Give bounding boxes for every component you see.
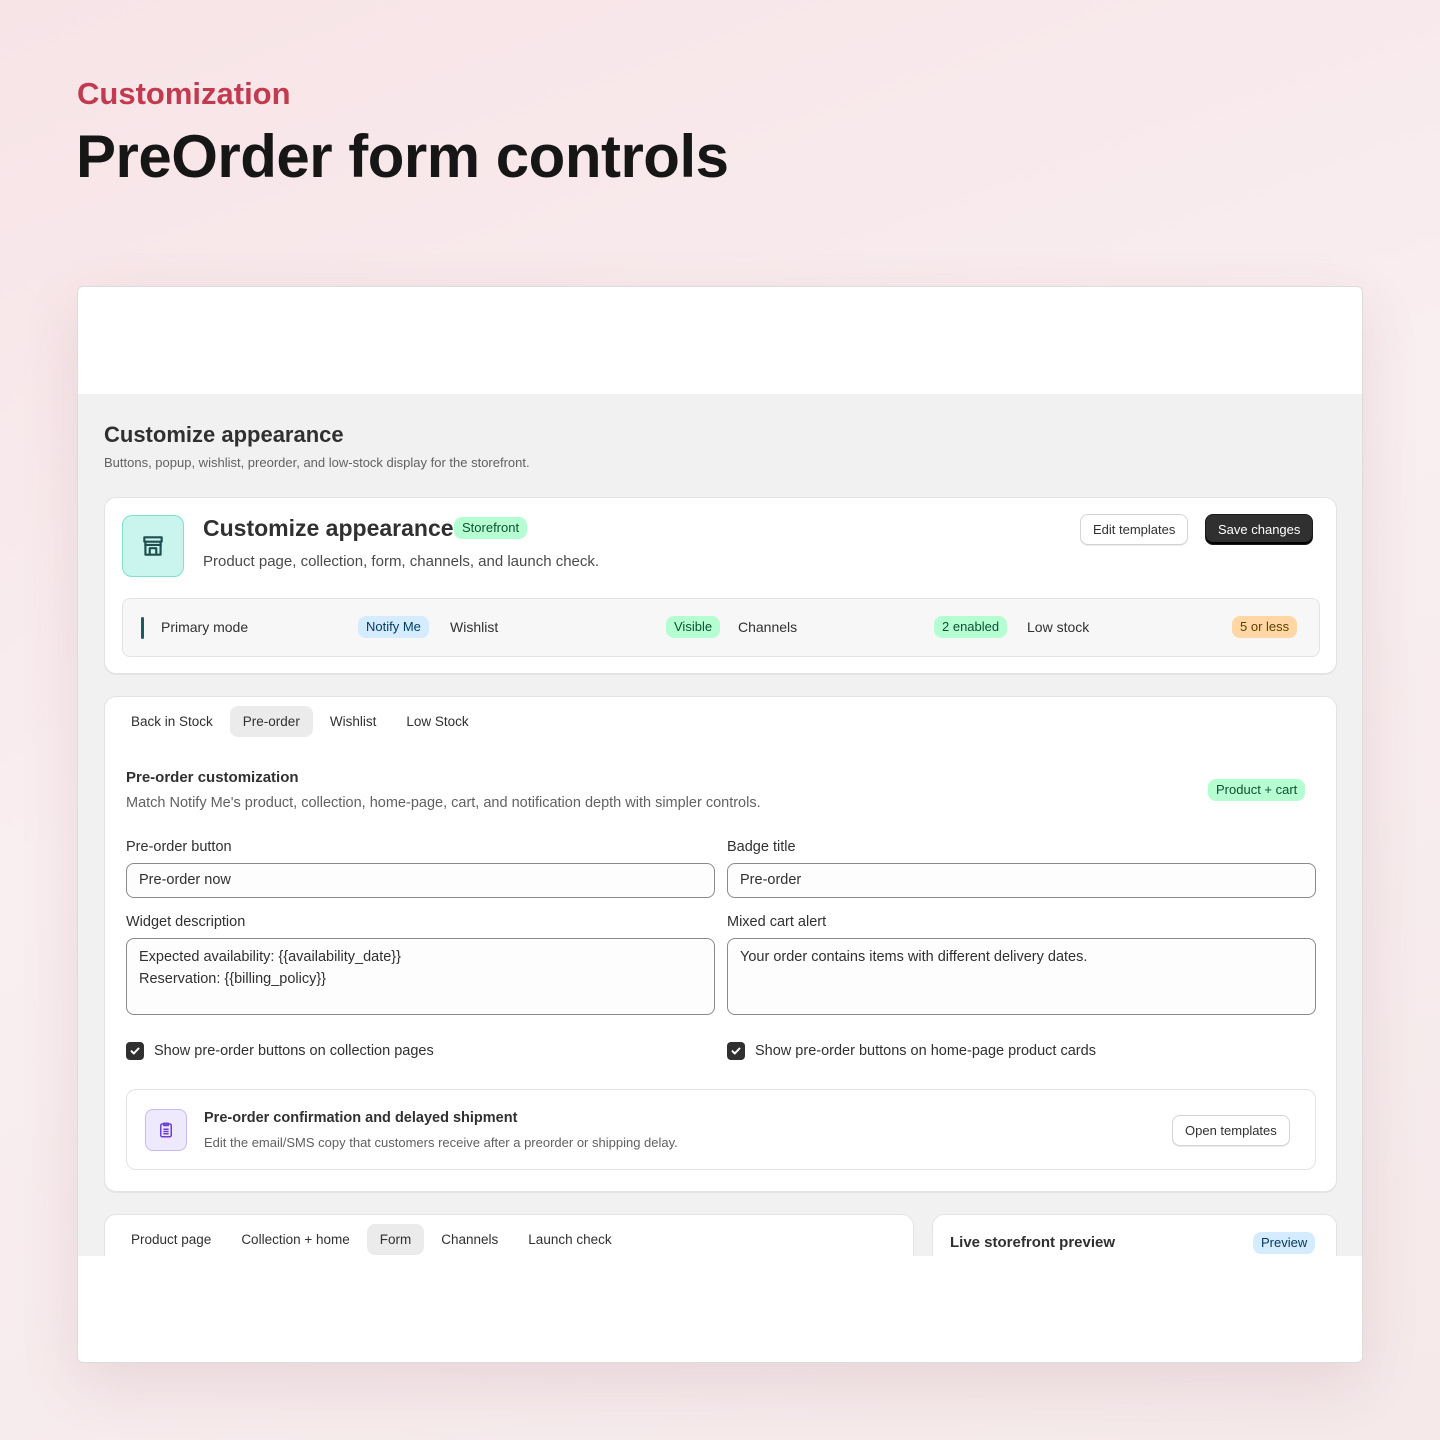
hero-eyebrow: Customization xyxy=(77,76,291,111)
page-subtitle: Buttons, popup, wishlist, preorder, and … xyxy=(104,455,530,470)
storefront-icon xyxy=(122,515,184,577)
summary-card: Customize appearance Storefront Product … xyxy=(104,497,1337,674)
summary-card-title: Customize appearance xyxy=(203,515,454,541)
tab-channels[interactable]: Channels xyxy=(428,1224,511,1255)
stat-badge-channels: 2 enabled xyxy=(934,616,1008,638)
tab-low-stock[interactable]: Low Stock xyxy=(393,706,481,737)
edit-templates-button[interactable]: Edit templates xyxy=(1080,514,1189,545)
app-window: Customize appearance Buttons, popup, wis… xyxy=(77,286,1363,1363)
stat-label-low-stock: Low stock xyxy=(1027,619,1090,635)
widget-description-label: Widget description xyxy=(126,914,246,930)
badge-title-label: Badge title xyxy=(727,839,796,855)
feature-tab-bar: Back in Stock Pre-order Wishlist Low Sto… xyxy=(118,706,482,737)
checkmark-icon xyxy=(130,1047,140,1055)
notification-card-title: Pre-order confirmation and delayed shipm… xyxy=(204,1110,518,1126)
home-page-checkbox-label: Show pre-order buttons on home-page prod… xyxy=(755,1043,1096,1059)
preview-badge: Preview xyxy=(1253,1232,1316,1254)
section-tabs-card: Product page Collection + home Form Chan… xyxy=(104,1214,914,1256)
stat-badge-primary-mode: Notify Me xyxy=(358,616,429,638)
preorder-button-input[interactable]: Pre-order now xyxy=(126,863,715,898)
collection-pages-checkbox-label: Show pre-order buttons on collection pag… xyxy=(154,1043,434,1059)
window-top-area xyxy=(78,287,1362,394)
preview-title: Live storefront preview xyxy=(950,1234,1116,1251)
notification-card-description: Edit the email/SMS copy that customers r… xyxy=(204,1135,678,1150)
stats-strip: Primary mode Notify Me Wishlist Visible … xyxy=(122,598,1320,657)
mixed-cart-alert-label: Mixed cart alert xyxy=(727,914,827,930)
summary-card-description: Product page, collection, form, channels… xyxy=(203,553,600,570)
page-title: Customize appearance xyxy=(104,422,344,447)
preorder-section-description: Match Notify Me's product, collection, h… xyxy=(126,795,761,811)
widget-description-textarea[interactable]: Expected availability: {{availability_da… xyxy=(126,938,715,1015)
stat-label-primary-mode: Primary mode xyxy=(161,619,249,635)
home-page-checkbox[interactable] xyxy=(727,1042,745,1060)
clipboard-icon xyxy=(145,1109,187,1151)
scope-badge: Product + cart xyxy=(1208,779,1306,801)
stat-accent-bar xyxy=(141,617,144,639)
section-tab-bar: Product page Collection + home Form Chan… xyxy=(118,1224,625,1255)
collection-pages-checkbox-row[interactable]: Show pre-order buttons on collection pag… xyxy=(126,1042,434,1060)
badge-title-input[interactable]: Pre-order xyxy=(727,863,1316,898)
save-changes-button[interactable]: Save changes xyxy=(1205,514,1314,545)
tab-product-page[interactable]: Product page xyxy=(118,1224,224,1255)
admin-canvas: Customize appearance Buttons, popup, wis… xyxy=(78,394,1362,1256)
stat-badge-low-stock: 5 or less xyxy=(1232,616,1298,638)
home-page-checkbox-row[interactable]: Show pre-order buttons on home-page prod… xyxy=(727,1042,1096,1060)
collection-pages-checkbox[interactable] xyxy=(126,1042,144,1060)
widget-description-line-2: Reservation: {{billing_policy}} xyxy=(139,971,327,987)
hero-title: PreOrder form controls xyxy=(76,123,729,190)
mixed-cart-alert-textarea[interactable]: Your order contains items with different… xyxy=(727,938,1316,1015)
stat-label-wishlist: Wishlist xyxy=(450,619,499,635)
storefront-badge: Storefront xyxy=(454,517,528,539)
checkmark-icon xyxy=(731,1047,741,1055)
preorder-button-label: Pre-order button xyxy=(126,839,232,855)
tab-back-in-stock[interactable]: Back in Stock xyxy=(118,706,226,737)
tab-form[interactable]: Form xyxy=(366,1224,425,1255)
preorder-settings-card: Back in Stock Pre-order Wishlist Low Sto… xyxy=(104,696,1337,1192)
stat-label-channels: Channels xyxy=(738,619,798,635)
open-templates-button[interactable]: Open templates xyxy=(1172,1115,1290,1146)
tab-collection-home[interactable]: Collection + home xyxy=(228,1224,362,1255)
widget-description-line-1: Expected availability: {{availability_da… xyxy=(139,949,401,965)
storefront-preview-card: Live storefront preview Preview xyxy=(932,1214,1337,1256)
tab-wishlist[interactable]: Wishlist xyxy=(317,706,390,737)
stat-badge-wishlist: Visible xyxy=(666,616,721,638)
notification-templates-card: Pre-order confirmation and delayed shipm… xyxy=(126,1089,1316,1170)
tab-launch-check[interactable]: Launch check xyxy=(515,1224,624,1255)
preorder-section-title: Pre-order customization xyxy=(126,769,299,786)
tab-pre-order[interactable]: Pre-order xyxy=(229,706,313,737)
